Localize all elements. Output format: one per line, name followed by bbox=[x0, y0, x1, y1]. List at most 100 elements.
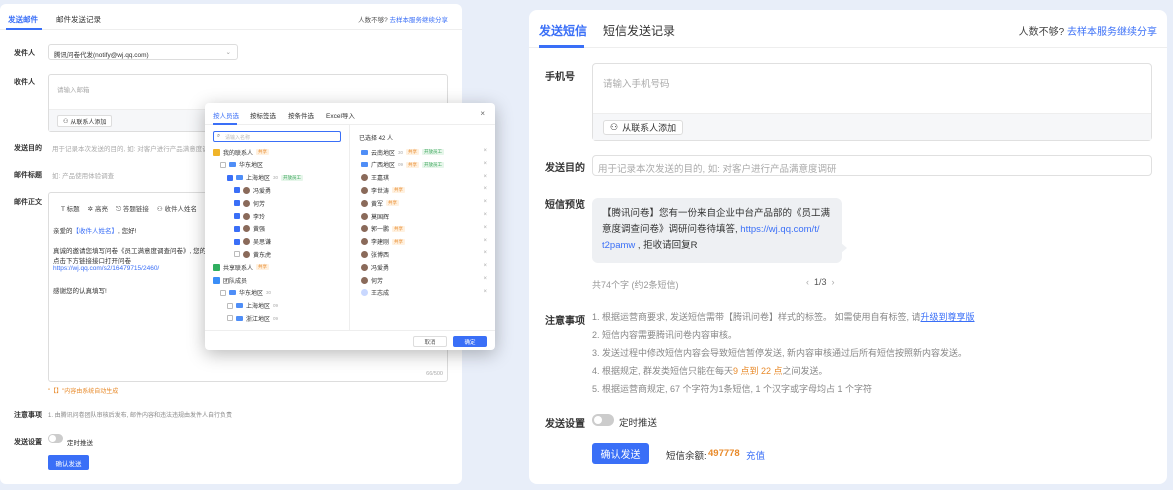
remove-icon[interactable]: × bbox=[483, 263, 487, 269]
add-contact-button[interactable]: ⚇ 从联系人添加 bbox=[57, 115, 113, 127]
sms-add-contact-button[interactable]: ⚇ 从联系人添加 bbox=[603, 120, 684, 135]
tree-row-label: 何芳 bbox=[253, 201, 266, 208]
remove-icon[interactable]: × bbox=[483, 148, 487, 154]
tree-row-label: 黄东虎 bbox=[253, 252, 272, 259]
tab-by-person[interactable]: 按人员选 bbox=[213, 110, 239, 120]
preview-pager: ‹ 1/3 › bbox=[806, 277, 835, 287]
tree-row[interactable]: 吴思谦 bbox=[234, 237, 271, 247]
body-label: 邮件正文 bbox=[14, 199, 42, 206]
checkbox[interactable] bbox=[227, 302, 233, 309]
folder-icon bbox=[229, 290, 236, 296]
checkbox[interactable] bbox=[234, 225, 240, 232]
highlight-tool[interactable]: ✲ 高亮 bbox=[88, 203, 108, 214]
tree-row[interactable]: 共享联系人 共享 bbox=[213, 262, 270, 272]
remove-icon[interactable]: × bbox=[483, 225, 487, 231]
tab-by-condition[interactable]: 按条件选 bbox=[288, 110, 314, 120]
phone-input[interactable]: 请输入手机号码 ⚇ 从联系人添加 bbox=[592, 63, 1152, 141]
tree-row[interactable]: 黄强 bbox=[234, 224, 265, 234]
checkbox[interactable] bbox=[234, 213, 240, 219]
close-icon[interactable]: × bbox=[480, 109, 485, 118]
remove-icon[interactable]: × bbox=[483, 289, 487, 295]
recharge-link[interactable]: 充值 bbox=[746, 448, 765, 462]
sms-preview-bubble: 【腾讯问卷】您有一份来自企业中台产品部的《员工满 意度调查问卷》调研问卷待填答,… bbox=[592, 198, 847, 263]
tree-row[interactable]: 华东地区 30 bbox=[220, 288, 271, 298]
checkbox[interactable] bbox=[220, 289, 226, 296]
tree-row[interactable]: 黄东虎 bbox=[234, 249, 271, 259]
remove-icon[interactable]: × bbox=[483, 276, 487, 282]
tree-row[interactable]: 上海地区 30 开放员工 bbox=[227, 173, 304, 183]
share-hint: 人数不够? 去样本服务继续分享 bbox=[358, 14, 448, 24]
tree-row[interactable]: 上海地区 09 bbox=[227, 301, 278, 311]
checkbox[interactable] bbox=[234, 238, 240, 245]
share-link[interactable]: 去样本服务继续分享 bbox=[390, 17, 449, 24]
remove-icon[interactable]: × bbox=[483, 174, 487, 180]
toggle-knob bbox=[49, 435, 56, 442]
tree-row-count: 30 bbox=[273, 175, 279, 181]
checkbox[interactable] bbox=[220, 161, 226, 168]
chevron-right-icon[interactable]: › bbox=[832, 277, 835, 287]
tree-row[interactable]: 华东地区 bbox=[220, 160, 263, 170]
recipient-placeholder: 请输入邮箱 bbox=[57, 87, 90, 94]
preview-link-2[interactable]: t2pamw bbox=[602, 240, 635, 251]
timed-send-toggle[interactable] bbox=[48, 434, 63, 443]
remove-icon[interactable]: × bbox=[483, 238, 487, 244]
search-placeholder: 请输入名称 bbox=[225, 135, 251, 141]
link-tool[interactable]: ⎋ 答题链接 bbox=[116, 203, 149, 214]
tab-by-tag[interactable]: 按标签选 bbox=[250, 110, 276, 120]
sms-share-link[interactable]: 去样本服务继续分享 bbox=[1067, 27, 1157, 38]
upgrade-link[interactable]: 升级到尊享版 bbox=[921, 312, 975, 322]
remove-icon[interactable]: × bbox=[483, 212, 487, 218]
remove-icon[interactable]: × bbox=[483, 250, 487, 256]
sms-purpose-input[interactable]: 用于记录本次发送的目的, 如: 对客户进行产品满意度调研 bbox=[592, 155, 1152, 176]
preview-line-2-text: 意度调查问卷》调研问卷待填答, bbox=[602, 224, 741, 235]
checkbox[interactable] bbox=[227, 315, 233, 322]
checkbox[interactable] bbox=[234, 187, 240, 194]
sms-timed-send-toggle[interactable] bbox=[592, 414, 614, 426]
cancel-button[interactable]: 取消 bbox=[413, 336, 447, 347]
remove-icon[interactable]: × bbox=[483, 161, 487, 167]
sender-select[interactable]: 腾讯问卷代发(notify@wj.qq.com) ⌄ bbox=[48, 44, 238, 60]
tree-row[interactable]: 我的联系人 共享 bbox=[213, 147, 270, 157]
sms-confirm-send-button[interactable]: 确认发送 bbox=[592, 443, 649, 464]
sms-panel: 发送短信 短信发送记录 人数不够? 去样本服务继续分享 手机号 请输入手机号码 … bbox=[529, 10, 1167, 484]
email-tabs: 发送邮件 邮件发送记录 人数不够? 去样本服务继续分享 bbox=[0, 4, 462, 30]
remove-icon[interactable]: × bbox=[483, 186, 487, 192]
sms-share-text: 人数不够? bbox=[1018, 27, 1065, 38]
tree-row[interactable]: 李玲 bbox=[234, 211, 265, 221]
tree-row[interactable]: 何芳 bbox=[234, 198, 265, 208]
tree-column: ⌕ 请输入名称 我的联系人 共享 华东地区上海地区 30 开放员工冯爱勇何芳李玲黄强吴思… bbox=[205, 125, 350, 330]
tab-sms-records[interactable]: 短信发送记录 bbox=[603, 22, 675, 39]
body-link[interactable]: https://wj.qq.com/s2/16479715/2460/ bbox=[53, 265, 159, 272]
sms-send-setting-label: 发送设置 bbox=[545, 419, 585, 430]
sms-timed-send-label: 定时推送 bbox=[619, 418, 658, 429]
tree-row-label: 上海地区 bbox=[246, 176, 271, 183]
tab-excel-import[interactable]: Excel导入 bbox=[326, 110, 355, 120]
auto-generated-note: "【】"内容由系统自动生成 bbox=[48, 389, 119, 395]
tree-row[interactable]: 冯爱勇 bbox=[234, 185, 271, 195]
tree-row[interactable]: 浙江地区 09 bbox=[227, 313, 278, 323]
checkbox[interactable] bbox=[227, 174, 233, 181]
tree-row-count: 09 bbox=[273, 315, 279, 321]
ok-button[interactable]: 确定 bbox=[453, 336, 487, 347]
avatar bbox=[243, 225, 250, 233]
user-icon: ⚇ bbox=[63, 118, 69, 125]
preview-link-1[interactable]: https://wj.qq.com/t/ bbox=[740, 224, 819, 235]
confirm-send-button[interactable]: 确认发送 bbox=[48, 455, 89, 470]
search-input[interactable]: ⌕ 请输入名称 bbox=[213, 131, 341, 142]
tab-send-email[interactable]: 发送邮件 bbox=[8, 14, 38, 25]
remove-icon[interactable]: × bbox=[483, 199, 487, 205]
title-tool[interactable]: T 标题 bbox=[61, 203, 80, 214]
tab-send-sms[interactable]: 发送短信 bbox=[539, 22, 587, 39]
selected-item-label: 莫国辉 bbox=[371, 214, 390, 221]
selected-item-tag: 共享 bbox=[392, 187, 406, 194]
modal-footer: 取消 确定 bbox=[205, 330, 495, 350]
checkbox[interactable] bbox=[234, 200, 240, 207]
balance-label: 短信余额: bbox=[666, 451, 707, 462]
tree-row[interactable]: 团队成员 bbox=[213, 275, 247, 285]
name-tool[interactable]: ⚇ 收件人姓名 bbox=[157, 203, 197, 214]
checkbox[interactable] bbox=[234, 251, 240, 258]
send-setting-label: 发送设置 bbox=[14, 439, 42, 446]
tab-email-records[interactable]: 邮件发送记录 bbox=[56, 14, 101, 25]
chevron-left-icon[interactable]: ‹ bbox=[806, 277, 809, 287]
search-icon: ⌕ bbox=[217, 133, 221, 139]
